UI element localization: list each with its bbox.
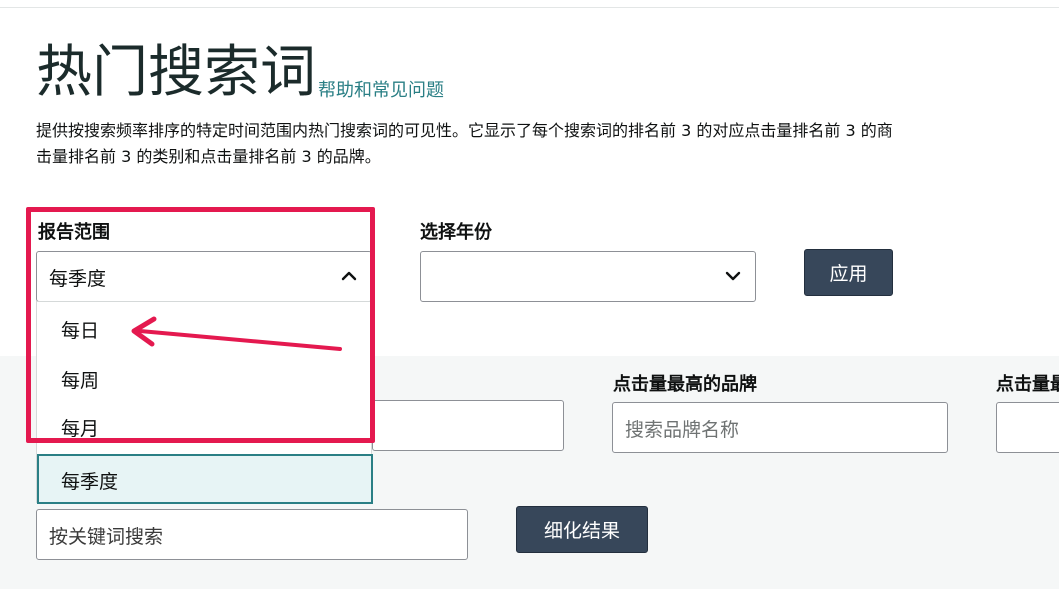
description-line-2: 击量排名前 3 的类别和点击量排名前 3 的品牌。	[36, 147, 381, 166]
brand-search-input[interactable]: 搜索品牌名称	[612, 402, 948, 453]
keyword-search-input[interactable]: 按关键词搜索	[36, 509, 468, 560]
annotation-arrow-icon	[131, 316, 342, 351]
page: 热门搜索词 帮助和常见问题 提供按搜索频率排序的特定时间范围内热门搜索词的可见性…	[0, 0, 1059, 589]
year-select[interactable]	[420, 251, 756, 302]
top-divider	[0, 7, 1059, 8]
option-quarterly-label: 每季度	[61, 471, 119, 493]
description-line-1: 提供按搜索频率排序的特定时间范围内热门搜索词的可见性。它显示了每个搜索词的排名前…	[36, 121, 893, 140]
apply-button[interactable]: 应用	[804, 249, 893, 296]
keyword-search-placeholder: 按关键词搜索	[49, 526, 164, 548]
page-title: 热门搜索词	[36, 40, 316, 105]
option-quarterly[interactable]: 每季度	[37, 454, 373, 504]
top-clicked-label: 点击量最	[996, 374, 1059, 395]
brand-search-placeholder: 搜索品牌名称	[625, 419, 740, 441]
third-filter-input[interactable]	[996, 402, 1059, 453]
chevron-down-icon	[725, 271, 741, 281]
top-brand-label: 点击量最高的品牌	[613, 374, 757, 395]
select-year-label: 选择年份	[420, 222, 492, 243]
help-faq-link[interactable]: 帮助和常见问题	[318, 76, 444, 102]
category-search-input[interactable]	[372, 400, 564, 451]
refine-results-button[interactable]: 细化结果	[516, 506, 648, 553]
page-description: 提供按搜索频率排序的特定时间范围内热门搜索词的可见性。它显示了每个搜索词的排名前…	[36, 118, 1059, 170]
